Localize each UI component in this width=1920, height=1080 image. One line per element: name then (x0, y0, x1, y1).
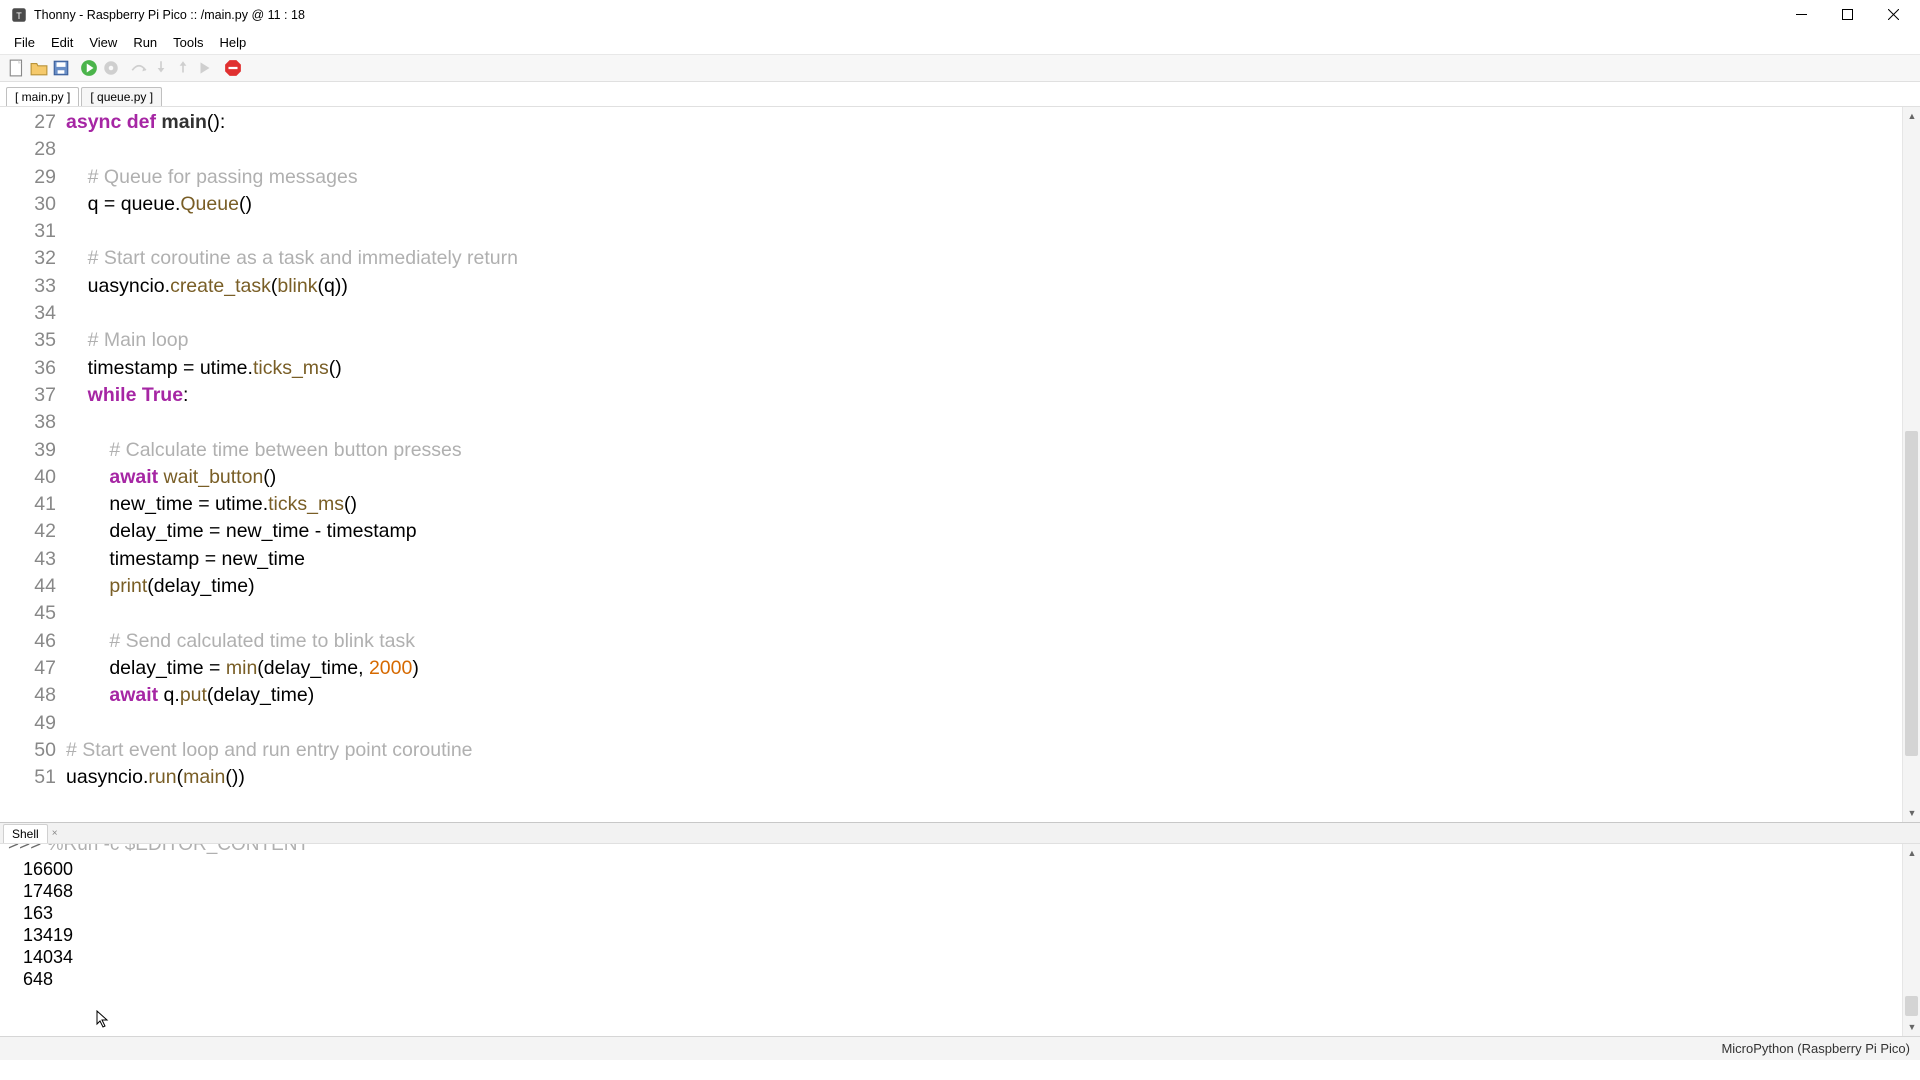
scroll-up-icon[interactable]: ▲ (1903, 107, 1920, 125)
shell-command: %Run -c $EDITOR_CONTENT (47, 844, 310, 855)
shell-prompt: >>> (8, 844, 41, 855)
menu-run[interactable]: Run (125, 33, 165, 52)
new-file-icon[interactable] (8, 59, 26, 77)
shell-header: Shell × (0, 822, 1920, 844)
close-button[interactable] (1870, 0, 1916, 30)
shell[interactable]: >>> %Run -c $EDITOR_CONTENT 166001746816… (0, 844, 1920, 1036)
maximize-button[interactable] (1824, 0, 1870, 30)
svg-text:T: T (16, 10, 22, 20)
mouse-cursor-icon (96, 1010, 110, 1028)
editor-gutter: 2728293031323334353637383940414243444546… (0, 107, 66, 822)
menu-tools[interactable]: Tools (165, 33, 211, 52)
open-file-icon[interactable] (30, 59, 48, 77)
app-icon: T (10, 6, 28, 24)
shell-scroll-down-icon[interactable]: ▼ (1903, 1018, 1920, 1036)
shell-output: 16600174681631341914034648 (8, 858, 1912, 990)
run-script-icon[interactable] (80, 59, 98, 77)
debug-icon[interactable] (102, 59, 120, 77)
window-controls (1778, 0, 1916, 30)
menu-help[interactable]: Help (212, 33, 255, 52)
editor-scroll-thumb[interactable] (1905, 431, 1918, 757)
tab-queue-py[interactable]: [ queue.py ] (81, 87, 162, 106)
window-title: Thonny - Raspberry Pi Pico :: /main.py @… (34, 8, 305, 22)
menu-edit[interactable]: Edit (43, 33, 81, 52)
shell-scroll-thumb[interactable] (1905, 996, 1918, 1016)
minimize-button[interactable] (1778, 0, 1824, 30)
shell-tab-close-icon[interactable]: × (48, 828, 62, 839)
titlebar: T Thonny - Raspberry Pi Pico :: /main.py… (0, 0, 1920, 30)
statusbar: MicroPython (Raspberry Pi Pico) (0, 1036, 1920, 1060)
editor-scrollbar[interactable]: ▲ ▼ (1902, 107, 1920, 822)
step-into-icon[interactable] (152, 59, 170, 77)
toolbar (0, 54, 1920, 82)
shell-tab[interactable]: Shell (3, 824, 48, 843)
menubar: File Edit View Run Tools Help (0, 30, 1920, 54)
shell-scrollbar[interactable]: ▲ ▼ (1902, 844, 1920, 1036)
menu-file[interactable]: File (6, 33, 43, 52)
resume-icon[interactable] (196, 59, 214, 77)
save-file-icon[interactable] (52, 59, 70, 77)
step-over-icon[interactable] (130, 59, 148, 77)
editor[interactable]: 2728293031323334353637383940414243444546… (0, 106, 1920, 822)
menu-view[interactable]: View (81, 33, 125, 52)
editor-tabstrip: [ main.py ] [ queue.py ] (0, 82, 1920, 106)
stop-icon[interactable] (224, 59, 242, 77)
tab-main-py[interactable]: [ main.py ] (6, 87, 79, 106)
interpreter-label[interactable]: MicroPython (Raspberry Pi Pico) (1721, 1041, 1910, 1056)
scroll-down-icon[interactable]: ▼ (1903, 804, 1920, 822)
shell-scroll-up-icon[interactable]: ▲ (1903, 844, 1920, 862)
editor-code-area[interactable]: async def main(): # Queue for passing me… (66, 107, 1920, 822)
step-out-icon[interactable] (174, 59, 192, 77)
